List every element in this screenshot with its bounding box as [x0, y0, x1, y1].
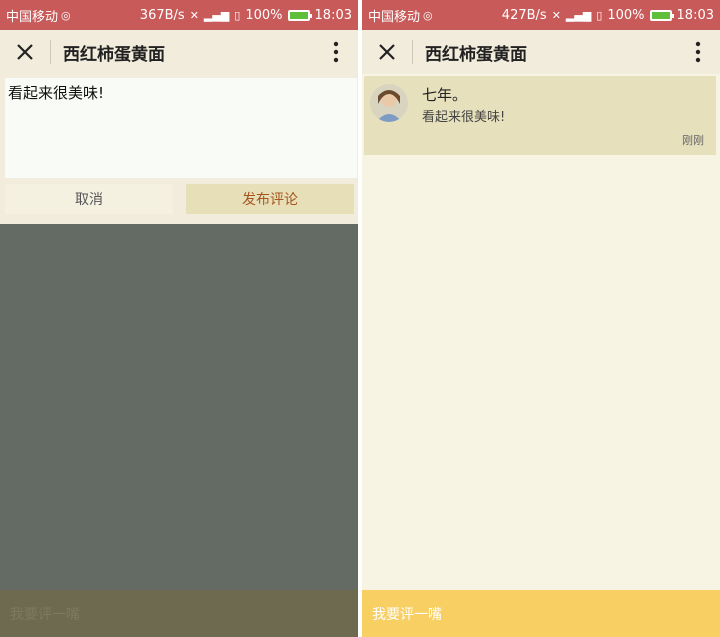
- title-bar: 西红柿蛋黄面: [0, 30, 358, 74]
- write-comment-bar: 我要评一嘴: [0, 590, 358, 637]
- comment-text: 看起来很美味!: [422, 110, 506, 125]
- close-button[interactable]: [362, 30, 412, 74]
- left-screen: 中国移动 ◎ 367B/s ✕ ▂▄▆ ▯ 100% 18:03 西红柿蛋黄面: [0, 0, 358, 637]
- comment-time: 刚刚: [682, 134, 704, 147]
- status-bar: 中国移动 ◎ 427B/s ✕ ▂▄▆ ▯ 100% 18:03: [362, 0, 720, 30]
- comment-item: 七年。 看起来很美味! 刚刚: [364, 76, 716, 155]
- title-bar: 西红柿蛋黄面: [362, 30, 720, 74]
- mute-icon: ✕: [189, 8, 199, 22]
- battery-icon: [287, 9, 312, 21]
- page-title: 西红柿蛋黄面: [425, 44, 527, 65]
- status-bar: 中国移动 ◎ 367B/s ✕ ▂▄▆ ▯ 100% 18:03: [0, 0, 358, 30]
- comment-editor: 看起来很美味! 取消 发布评论: [0, 74, 358, 224]
- more-button[interactable]: [314, 30, 358, 74]
- eye-icon: ◎: [423, 8, 433, 22]
- write-comment-button[interactable]: 我要评一嘴: [362, 590, 720, 637]
- signal-icon: ▂▄▆: [565, 8, 592, 22]
- more-vertical-icon: [695, 41, 701, 63]
- avatar[interactable]: [370, 84, 408, 122]
- more-vertical-icon: [333, 41, 339, 63]
- network-speed: 427B/s: [501, 7, 547, 23]
- write-comment-label: 我要评一嘴: [372, 606, 442, 623]
- mute-icon: ✕: [551, 8, 561, 22]
- close-icon: [17, 44, 33, 60]
- more-button[interactable]: [676, 30, 720, 74]
- carrier-label: 中国移动: [368, 9, 421, 25]
- sim-icon: ▯: [596, 8, 603, 22]
- comment-input[interactable]: 看起来很美味!: [5, 78, 357, 178]
- avatar-image: [370, 84, 408, 122]
- write-comment-label: 我要评一嘴: [10, 606, 80, 623]
- modal-overlay[interactable]: [0, 224, 358, 637]
- clock: 18:03: [314, 7, 352, 23]
- sim-icon: ▯: [234, 8, 241, 22]
- comment-username: 七年。: [422, 86, 468, 104]
- publish-comment-button[interactable]: 发布评论: [186, 184, 354, 214]
- network-speed: 367B/s: [139, 7, 185, 23]
- battery-icon: [649, 9, 674, 21]
- carrier-label: 中国移动: [6, 9, 59, 25]
- battery-percent: 100%: [607, 7, 645, 23]
- cancel-button[interactable]: 取消: [5, 184, 173, 214]
- battery-percent: 100%: [245, 7, 283, 23]
- eye-icon: ◎: [61, 8, 71, 22]
- close-icon: [379, 44, 395, 60]
- signal-icon: ▂▄▆: [203, 8, 230, 22]
- page-title: 西红柿蛋黄面: [63, 44, 165, 65]
- close-button[interactable]: [0, 30, 50, 74]
- right-screen: 中国移动 ◎ 427B/s ✕ ▂▄▆ ▯ 100% 18:03 西红柿蛋黄面: [362, 0, 720, 637]
- clock: 18:03: [676, 7, 714, 23]
